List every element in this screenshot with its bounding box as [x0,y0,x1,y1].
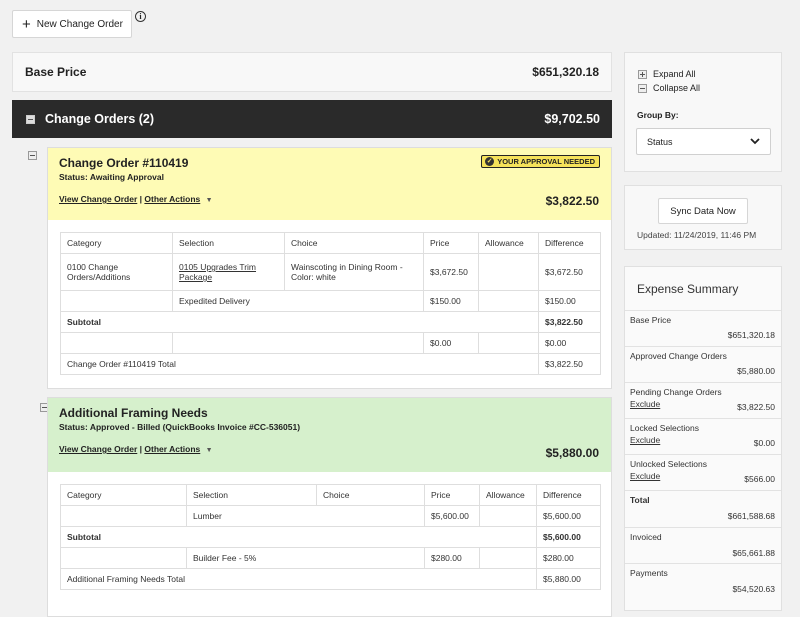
column-header: Choice [284,232,424,254]
column-header: Selection [172,232,285,254]
order-status: Status: Awaiting Approval [59,172,165,182]
table-row: Expedited Delivery $150.00 $150.00 [60,290,601,312]
expense-row: Payments $54,520.63 [625,563,781,599]
change-order-card: Change Order #110419 Status: Awaiting Ap… [47,147,612,389]
order-status: Status: Approved - Billed (QuickBooks In… [59,422,301,432]
table-header-row: Category Selection Choice Price Allowanc… [60,484,601,506]
column-header: Category [60,232,173,254]
table-row: 0100 Change Orders/Additions 0105 Upgrad… [60,253,601,291]
expense-row: Approved Change Orders $5,880.00 [625,346,781,382]
base-price-bar: Base Price $651,320.18 [12,52,612,92]
expense-row: Unlocked Selections Exclude $566.00 [625,454,781,490]
view-change-order-link[interactable]: View Change Order [59,194,137,204]
order-amount: $3,822.50 [545,194,599,208]
column-header: Choice [316,484,425,506]
new-change-order-label: New Change Order [36,18,123,30]
expand-icon [638,69,647,79]
table-row: Builder Fee - 5% $280.00 $280.00 [60,547,601,569]
column-header: Price [423,232,479,254]
expense-summary-title: Expense Summary [637,282,739,296]
table-row: Lumber $5,600.00 $5,600.00 [60,505,601,527]
total-row: Change Order #110419 Total $3,822.50 [60,353,601,375]
subtotal-row: Subtotal $5,600.00 [60,526,601,548]
caret-down-icon[interactable]: ▼ [206,447,213,454]
change-orders-label: Change Orders (2) [45,112,155,126]
caret-down-icon[interactable]: ▼ [206,197,213,204]
order-title: Additional Framing Needs [59,406,208,420]
expense-summary-panel: Expense Summary Base Price $651,320.18 A… [624,266,782,611]
expense-row: Base Price $651,320.18 [625,310,781,346]
collapse-icon[interactable] [26,115,35,125]
expand-all-button[interactable]: Expand All [638,69,696,79]
collapse-icon [638,83,647,93]
table-header-row: Category Selection Choice Price Allowanc… [60,232,601,254]
view-change-order-link[interactable]: View Change Order [59,444,137,454]
collapse-order-1-icon[interactable] [28,151,37,161]
group-by-label: Group By: [637,110,679,120]
table-row: $0.00 $0.00 [60,332,601,354]
order-items-table: Category Selection Choice Price Allowanc… [60,484,601,590]
chevron-down-icon [750,138,760,145]
expense-row: Invoiced $65,661.88 [625,527,781,563]
selection-link[interactable]: 0105 Upgrades Trim Package [172,253,285,291]
order-amount: $5,880.00 [545,446,599,460]
expense-row: Pending Change Orders Exclude $3,822.50 [625,382,781,418]
expense-row: Locked Selections Exclude $0.00 [625,418,781,454]
change-orders-total: $9,702.50 [544,112,600,126]
base-price-value: $651,320.18 [532,65,599,79]
approval-needed-badge: ✓ YOUR APPROVAL NEEDED [481,155,600,168]
check-icon: ✓ [485,157,495,166]
collapse-all-button[interactable]: Collapse All [638,83,700,93]
column-header: Difference [536,484,601,506]
column-header: Difference [538,232,601,254]
plus-icon: + [22,15,31,33]
order-items-table: Category Selection Choice Price Allowanc… [60,232,601,375]
base-price-label: Base Price [25,65,87,79]
column-header: Allowance [479,484,537,506]
expense-total-row: Total $661,588.68 [625,490,781,527]
column-header: Price [424,484,480,506]
subtotal-row: Subtotal $3,822.50 [60,311,601,333]
total-row: Additional Framing Needs Total $5,880.00 [60,568,601,590]
new-change-order-button[interactable]: + New Change Order [12,10,132,38]
column-header: Allowance [478,232,539,254]
other-actions-link[interactable]: Other Actions [144,444,200,454]
sync-data-button[interactable]: Sync Data Now [658,198,748,224]
change-order-card: Additional Framing Needs Status: Approve… [47,397,612,617]
column-header: Selection [186,484,317,506]
last-updated-text: Updated: 11/24/2019, 11:46 PM [637,230,757,240]
change-orders-header[interactable]: Change Orders (2) $9,702.50 [12,100,612,138]
other-actions-link[interactable]: Other Actions [144,194,200,204]
column-header: Category [60,484,187,506]
info-icon[interactable]: i [135,11,146,22]
group-by-select[interactable]: Status [636,128,771,155]
